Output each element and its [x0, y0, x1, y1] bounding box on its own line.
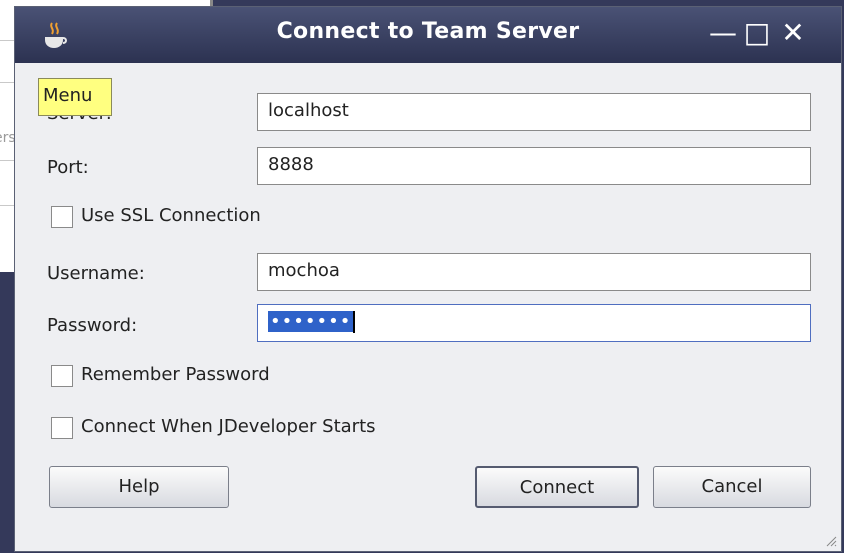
remember-password-label[interactable]: Remember Password: [81, 364, 270, 385]
connect-dialog: Connect to Team Server — □ ✕ Server: loc…: [14, 6, 842, 552]
text-caret: [353, 311, 356, 333]
use-ssl-label[interactable]: Use SSL Connection: [81, 205, 261, 226]
username-label: Username:: [47, 263, 145, 284]
password-field[interactable]: •••••••: [257, 304, 811, 342]
connect-button[interactable]: Connect: [475, 466, 639, 508]
password-value: •••••••: [268, 311, 354, 332]
connect-on-start-checkbox[interactable]: [51, 417, 73, 439]
maximize-button[interactable]: □: [741, 17, 773, 49]
server-field[interactable]: localhost: [257, 93, 811, 131]
use-ssl-checkbox[interactable]: [51, 206, 73, 228]
password-label: Password:: [47, 315, 138, 336]
remember-password-checkbox[interactable]: [51, 365, 73, 387]
help-button[interactable]: Help: [49, 466, 229, 508]
port-label: Port:: [47, 157, 89, 178]
menu-tooltip: Menu: [38, 78, 112, 116]
cancel-button[interactable]: Cancel: [653, 466, 811, 508]
close-button[interactable]: ✕: [777, 17, 809, 49]
port-field[interactable]: 8888: [257, 147, 811, 185]
title-bar[interactable]: Connect to Team Server — □ ✕: [15, 7, 841, 63]
connect-on-start-label[interactable]: Connect When JDeveloper Starts: [81, 416, 376, 437]
username-field[interactable]: mochoa: [257, 253, 811, 291]
resize-grip-icon[interactable]: [823, 533, 837, 547]
minimize-button[interactable]: —: [707, 17, 739, 49]
